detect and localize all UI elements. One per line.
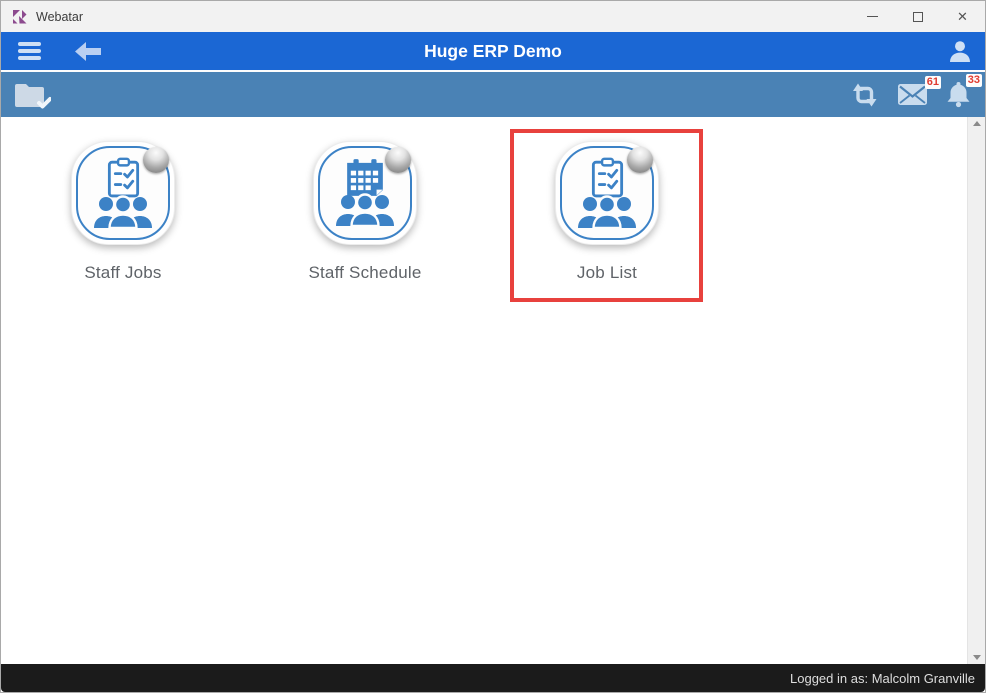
tile-label: Job List bbox=[576, 263, 638, 282]
sphere-ornament-icon bbox=[385, 147, 411, 173]
tile-job-list[interactable]: Job List bbox=[510, 117, 703, 302]
page-title: Huge ERP Demo bbox=[424, 40, 562, 61]
titlebar: Webatar ✕ bbox=[1, 1, 985, 32]
app-window: Webatar ✕ Huge ERP Demo 61 33 Staff Jobs… bbox=[0, 0, 986, 693]
notification-badge: 33 bbox=[965, 74, 982, 87]
scroll-up-icon[interactable] bbox=[972, 121, 981, 126]
tile-staff-schedule[interactable]: Staff Schedule bbox=[269, 117, 461, 283]
sphere-ornament-icon bbox=[143, 147, 169, 173]
people-group-icon bbox=[578, 195, 636, 229]
people-group-icon bbox=[336, 193, 394, 227]
notification-bell-icon[interactable]: 33 bbox=[945, 74, 982, 108]
tile-label: Staff Schedule bbox=[308, 263, 422, 282]
statusbar: Logged in as: Malcolm Granville bbox=[1, 664, 985, 692]
mail-badge: 61 bbox=[924, 76, 941, 89]
tile-label: Staff Jobs bbox=[84, 263, 162, 282]
main-content: Staff Jobs Staff Schedule Job List bbox=[1, 117, 985, 664]
sphere-ornament-icon bbox=[627, 147, 653, 173]
clipboard-checklist-icon bbox=[107, 157, 139, 198]
logged-in-user: Logged in as: Malcolm Granville bbox=[790, 670, 975, 686]
calendar-icon bbox=[347, 159, 383, 196]
refresh-icon[interactable] bbox=[849, 81, 880, 109]
tile-staff-jobs[interactable]: Staff Jobs bbox=[27, 117, 219, 283]
hamburger-menu-icon[interactable] bbox=[18, 42, 41, 60]
mail-icon[interactable]: 61 bbox=[897, 76, 941, 106]
close-icon[interactable]: ✕ bbox=[940, 1, 985, 32]
people-group-icon bbox=[94, 195, 152, 229]
clipboard-checklist-icon bbox=[591, 157, 623, 198]
toolbar-actions: 61 33 bbox=[849, 74, 982, 109]
vertical-scrollbar[interactable] bbox=[967, 117, 985, 664]
webatar-logo-icon bbox=[13, 10, 27, 24]
user-profile-icon[interactable] bbox=[948, 39, 972, 63]
tile-grid: Staff Jobs Staff Schedule Job List bbox=[1, 117, 985, 302]
scroll-down-icon[interactable] bbox=[972, 655, 981, 660]
tile-button[interactable] bbox=[71, 141, 175, 245]
window-title: Webatar bbox=[36, 9, 84, 24]
tile-button[interactable] bbox=[313, 141, 417, 245]
toolbar: 61 33 bbox=[1, 72, 985, 117]
maximize-icon[interactable] bbox=[895, 1, 940, 32]
back-arrow-icon[interactable] bbox=[75, 41, 102, 61]
tile-button[interactable] bbox=[555, 141, 659, 245]
app-header: Huge ERP Demo bbox=[1, 32, 985, 72]
minimize-icon[interactable] bbox=[850, 1, 895, 32]
folder-check-icon[interactable] bbox=[13, 80, 51, 110]
